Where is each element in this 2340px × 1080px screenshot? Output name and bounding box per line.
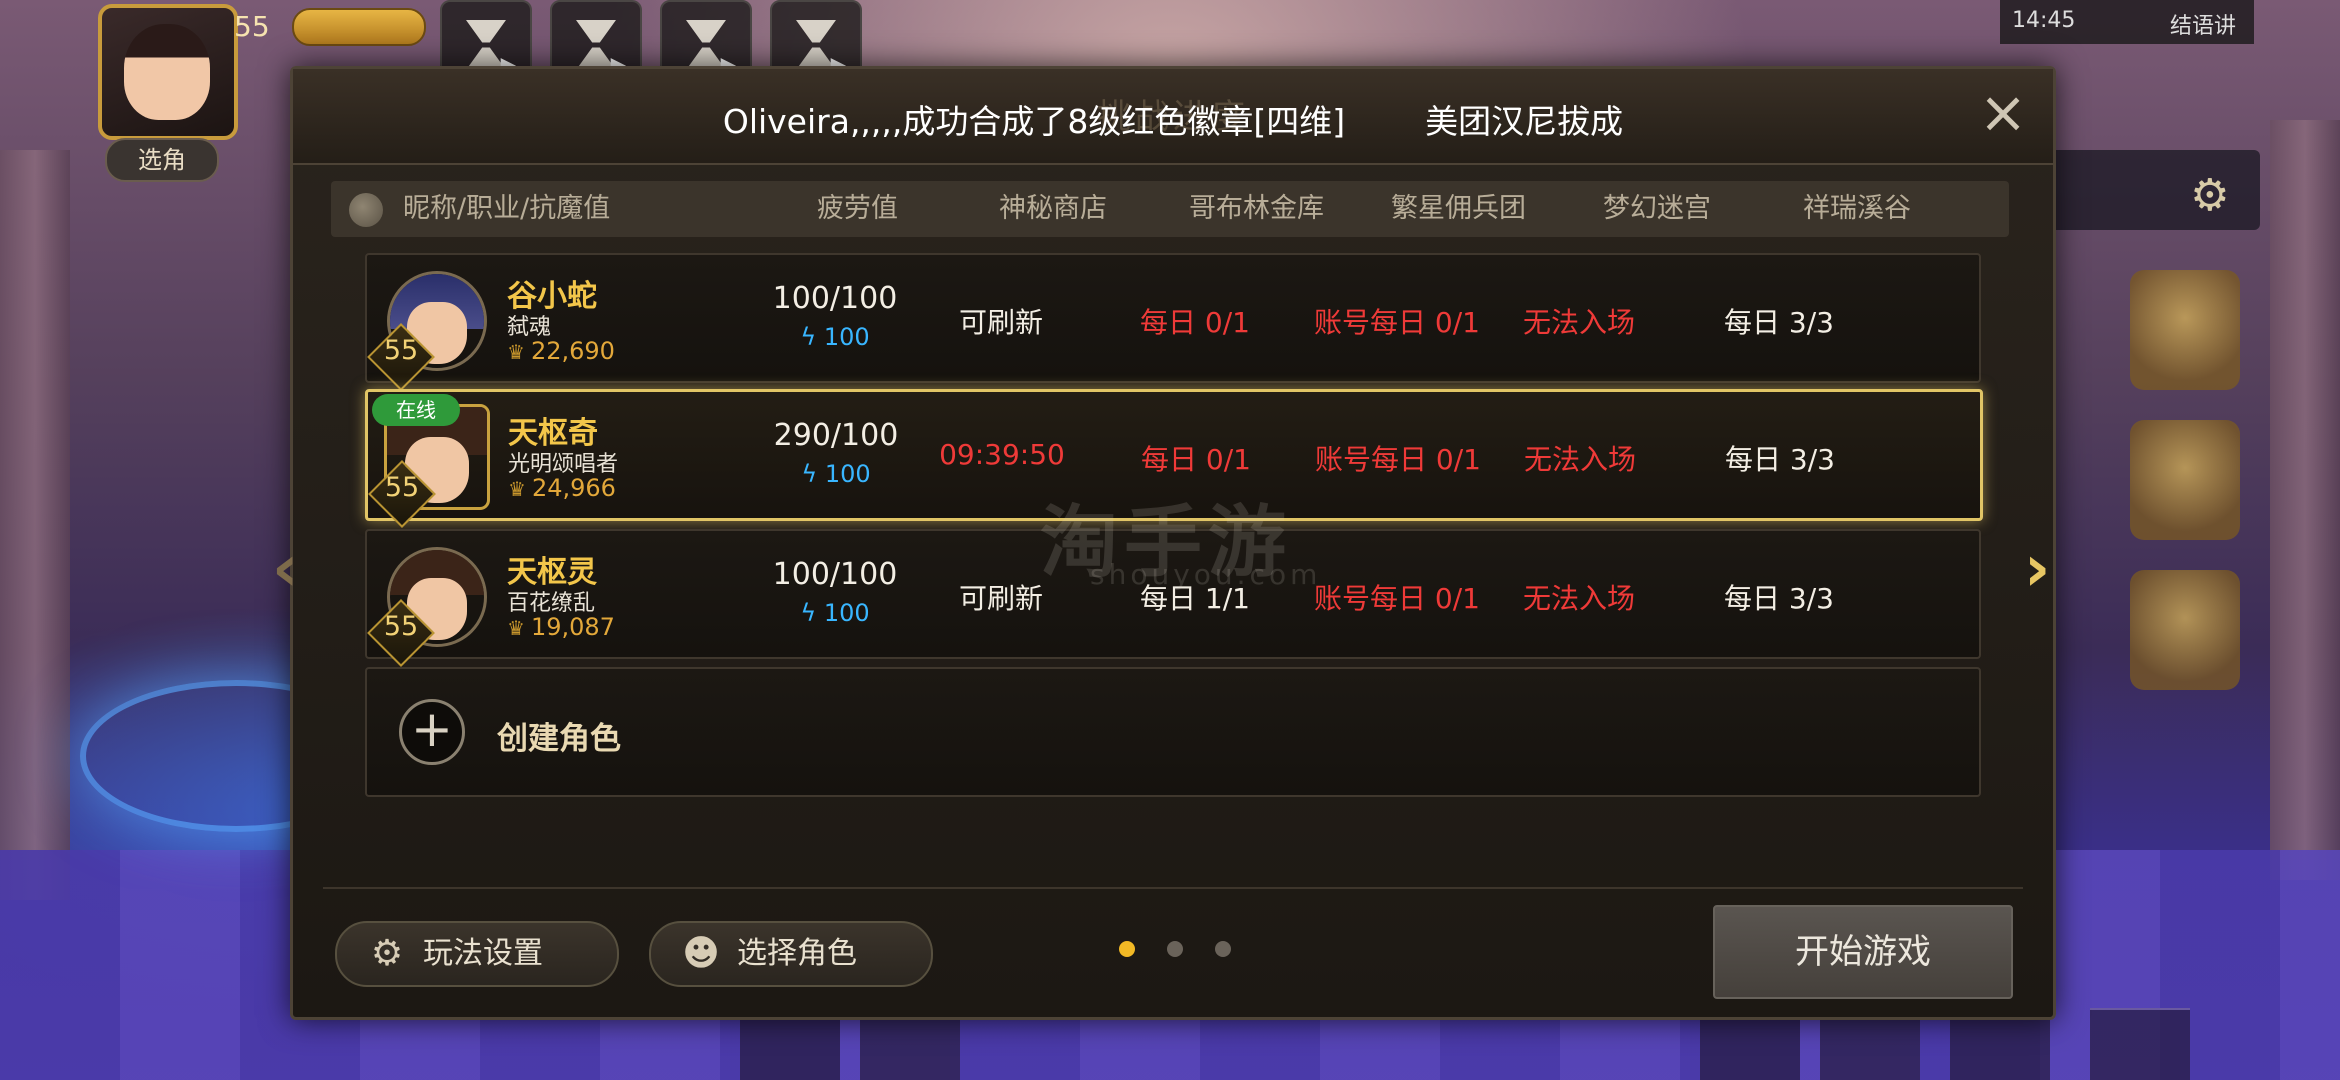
side-button-2[interactable] <box>2130 420 2240 540</box>
table-header: 昵称/职业/抗魔值 疲劳值 神秘商店 哥布林金库 繁星佣兵团 梦幻迷宫 祥瑞溪谷 <box>331 181 2009 237</box>
start-game-button[interactable]: 开始游戏 <box>1713 905 2013 999</box>
status-time: 14:45 <box>2012 8 2076 33</box>
character-power: ♛ 22,690 <box>507 337 615 365</box>
col-header-shop: 神秘商店 <box>999 193 1107 224</box>
page-dot-2[interactable] <box>1167 941 1183 957</box>
character-head-icon: ☻ <box>682 933 720 974</box>
crown-icon: ♛ <box>507 340 525 364</box>
character-power: ♛ 19,087 <box>507 613 615 641</box>
prev-page-arrow-icon[interactable]: ‹ <box>272 532 298 606</box>
col-header-goblin: 哥布林金库 <box>1189 193 1324 224</box>
side-button-3[interactable] <box>2130 570 2240 690</box>
plus-icon: + <box>399 699 465 765</box>
level-number: 55 <box>383 335 419 366</box>
lightning-icon: ϟ <box>801 460 825 488</box>
dialog-header: 挑战进度 Oliveira,,,,,成功合成了8级红色徽章[四维] 美团汉尼拔成 … <box>293 69 2053 165</box>
character-power: ♛ 24,966 <box>508 474 616 502</box>
col-header-maze: 梦幻迷宫 <box>1603 193 1711 224</box>
create-character-row[interactable]: + 创建角色 <box>365 667 1981 797</box>
col-header-mercenary: 繁星佣兵团 <box>1391 193 1526 224</box>
col-header-fatigue: 疲劳值 <box>817 193 898 224</box>
character-head-icon <box>349 193 383 227</box>
col-header-name: 昵称/职业/抗魔值 <box>403 193 611 224</box>
online-badge: 在线 <box>372 394 460 426</box>
valley-status: 每日 3/3 <box>1724 582 1834 615</box>
lightning-icon: ϟ <box>800 599 824 627</box>
level-number: 55 <box>383 611 419 642</box>
player-avatar[interactable] <box>98 4 238 140</box>
crown-icon: ♛ <box>507 616 525 640</box>
character-row-1[interactable]: 55 谷小蛇 弑魂 ♛ 22,690 100/100 ϟ 100 可刷新 每日 0… <box>365 253 1981 391</box>
close-button[interactable]: × <box>1975 83 2031 143</box>
notice-left: Oliveira,,,,,成功合成了8级红色徽章[四维] <box>722 102 1346 141</box>
notice-right: 美团汉尼拔成 <box>1425 102 1624 141</box>
next-page-arrow-icon[interactable]: › <box>2024 532 2050 606</box>
page-dot-3[interactable] <box>1215 941 1231 957</box>
lightning-icon: ϟ <box>800 323 824 351</box>
footer-divider <box>323 887 2023 889</box>
valley-status: 每日 3/3 <box>1725 443 1835 476</box>
select-small-button[interactable]: 选角 <box>105 138 219 182</box>
level-number: 55 <box>384 472 420 503</box>
gold-bar[interactable] <box>292 8 426 46</box>
background-pillar-right <box>2270 120 2340 880</box>
page-dot-1[interactable] <box>1119 941 1135 957</box>
gear-icon: ⚙ <box>370 933 404 974</box>
play-settings-button[interactable]: ⚙ 玩法设置 <box>335 921 619 987</box>
create-character-label: 创建角色 <box>497 721 621 757</box>
player-level: 55 <box>234 10 270 43</box>
bottom-tab-6[interactable] <box>2090 1008 2190 1080</box>
select-character-button[interactable]: ☻ 选择角色 <box>649 921 933 987</box>
side-button-1[interactable] <box>2130 270 2240 390</box>
background-pillar-left <box>0 150 70 900</box>
status-network: 结语讲 <box>2170 14 2237 39</box>
col-header-valley: 祥瑞溪谷 <box>1803 193 1911 224</box>
valley-status: 每日 3/3 <box>1724 306 1834 339</box>
watermark-subtext: shouyou.com <box>1090 558 1322 591</box>
gear-icon[interactable]: ⚙ <box>2190 170 2229 221</box>
crown-icon: ♛ <box>508 477 526 501</box>
broadcast-notice: Oliveira,,,,,成功合成了8级红色徽章[四维] 美团汉尼拔成 <box>293 95 2053 143</box>
